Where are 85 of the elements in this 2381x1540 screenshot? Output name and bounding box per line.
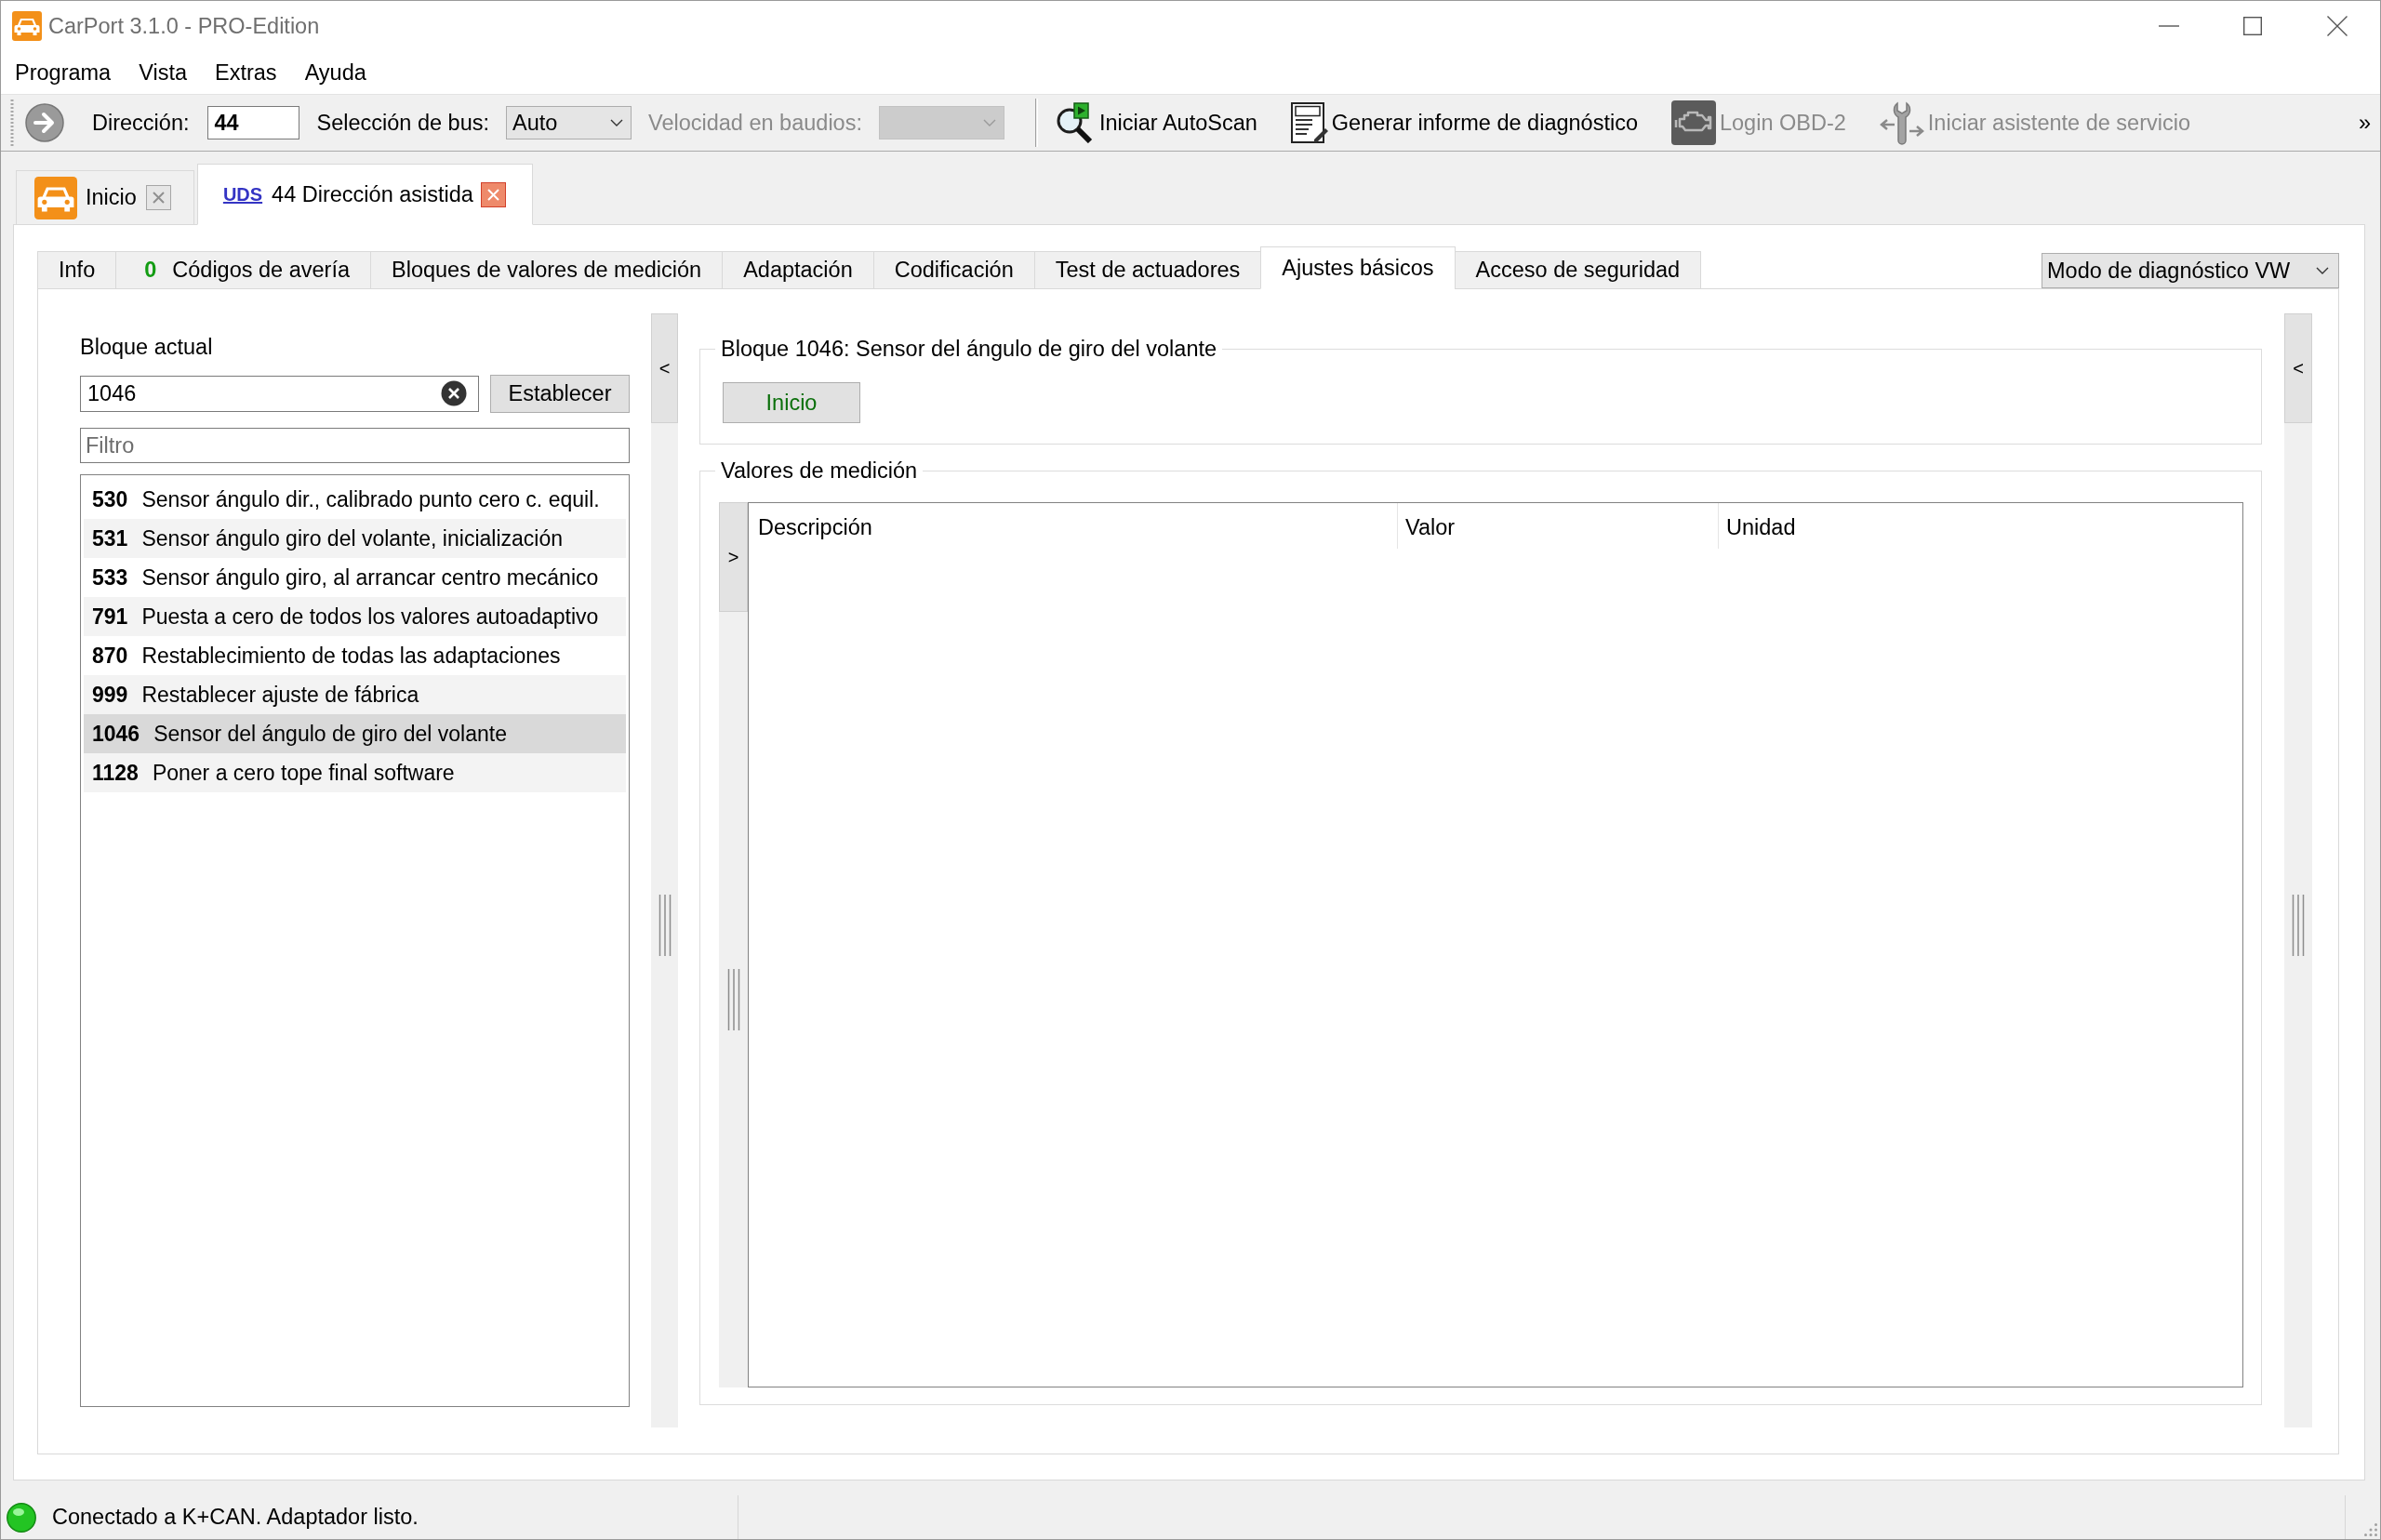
wrench-icon xyxy=(1879,100,1924,145)
caret-icon xyxy=(2316,267,2329,274)
toolbar-button[interactable]: Generar informe de diagnóstico xyxy=(1286,99,1642,147)
splitter-bar[interactable]: > xyxy=(719,502,748,1387)
menu-item[interactable]: Programa xyxy=(1,56,126,89)
block-name: Sensor ángulo giro, al arrancar centro mecánico xyxy=(141,564,599,591)
tab[interactable]: 0 Códigos de avería xyxy=(115,251,371,289)
block-name: Puesta a cero de todos los valores autoadaptivo xyxy=(141,604,599,630)
toolbar-grip-icon[interactable] xyxy=(10,100,14,146)
bus-select[interactable]: Auto xyxy=(506,106,632,139)
group-title: Valores de medición xyxy=(720,458,919,484)
mode-select[interactable]: Modo de diagnóstico VW xyxy=(2042,253,2339,288)
column-header[interactable]: Unidad xyxy=(1719,503,2242,549)
block-number: 1046 xyxy=(92,721,140,747)
tab[interactable]: Info xyxy=(37,251,117,289)
block-name: Sensor ángulo giro del volante, inicialización xyxy=(141,525,563,551)
tab[interactable]: Bloques de valores de medición xyxy=(370,251,724,289)
tab[interactable]: Test de actuadores xyxy=(1033,251,1262,289)
block-row[interactable]: 531 Sensor ángulo giro del volante, inicialización xyxy=(84,519,626,558)
block-number: 531 xyxy=(92,525,128,551)
address-field[interactable]: 44 xyxy=(207,106,300,139)
caret-icon xyxy=(982,119,996,126)
grip-icon[interactable] xyxy=(658,895,672,956)
filter-field[interactable]: Filtro xyxy=(80,428,630,463)
block-name: Sensor del ángulo de giro del volante xyxy=(153,721,507,747)
close-icon[interactable] xyxy=(480,181,506,207)
car-icon xyxy=(12,11,42,41)
tab[interactable]: Acceso de seguridad xyxy=(1454,251,1702,289)
car-icon xyxy=(34,176,77,219)
bus-label: Selección de bus: xyxy=(316,110,489,136)
protocol-label: UDS xyxy=(222,183,263,206)
block-row[interactable]: 1046 Sensor del ángulo de giro del volante xyxy=(84,714,626,753)
block-name: Poner a cero tope final software xyxy=(152,760,455,786)
baud-label: Velocidad en baudios: xyxy=(648,110,862,136)
block-row[interactable]: 999 Restablecer ajuste de fábrica xyxy=(84,675,626,714)
block-field[interactable]: 1046 xyxy=(80,376,479,412)
block-row[interactable]: 1128 Poner a cero tope final software xyxy=(84,753,626,792)
splitter-bar[interactable]: < xyxy=(651,313,678,1427)
arrow-right-icon[interactable] xyxy=(25,103,64,142)
clear-icon[interactable] xyxy=(441,380,467,406)
document-tab[interactable]: Inicio xyxy=(16,170,194,225)
block-name: Sensor ángulo dir., calibrado punto cero c. equil. xyxy=(141,486,600,512)
tab[interactable]: Adaptación xyxy=(722,251,874,289)
set-button[interactable]: Establecer xyxy=(490,375,630,413)
tab[interactable]: Ajustes básicos xyxy=(1260,246,1456,289)
tab[interactable]: Codificación xyxy=(872,251,1035,289)
group-title: Bloque 1046: Sensor del ángulo de giro del volante xyxy=(720,336,1218,362)
address-label: Dirección: xyxy=(92,110,190,136)
grip-icon[interactable] xyxy=(2292,895,2305,956)
menu-item[interactable]: Extras xyxy=(201,56,291,89)
menu-item[interactable]: Vista xyxy=(125,56,201,89)
menu-item[interactable]: Ayuda xyxy=(290,56,380,89)
close-icon[interactable] xyxy=(2327,16,2348,36)
maximize-icon[interactable] xyxy=(2243,17,2262,35)
grip-icon[interactable] xyxy=(726,969,740,1030)
window-title: CarPort 3.1.0 - PRO-Edition xyxy=(48,13,320,39)
block-row[interactable]: 870 Restablecimiento de todas las adaptaciones xyxy=(84,636,626,675)
document-icon xyxy=(1290,102,1328,143)
column-header[interactable]: Descripción xyxy=(749,503,1398,549)
block-number: 870 xyxy=(92,643,128,669)
block-number: 791 xyxy=(92,604,128,630)
collapse-button[interactable]: < xyxy=(2284,313,2312,423)
block-number: 999 xyxy=(92,682,128,708)
column-header[interactable]: Valor xyxy=(1398,503,1719,549)
block-row[interactable]: 791 Puesta a cero de todos los valores autoadaptivo xyxy=(84,597,626,636)
block-row[interactable]: 533 Sensor ángulo giro, al arrancar centro mecánico xyxy=(84,558,626,597)
collapse-button[interactable]: < xyxy=(651,313,678,423)
field-label: Bloque actual xyxy=(80,334,213,360)
engine-icon xyxy=(1671,100,1716,145)
status-text: Conectado a K+CAN. Adaptador listo. xyxy=(52,1505,419,1530)
block-name: Restablecer ajuste de fábrica xyxy=(141,682,419,708)
block-number: 1128 xyxy=(92,760,139,786)
fault-count: 0 xyxy=(144,258,157,283)
block-row[interactable]: 530 Sensor ángulo dir., calibrado punto cero c. equil. xyxy=(84,480,626,519)
toolbar-button[interactable]: Iniciar AutoScan xyxy=(1050,99,1261,147)
document-tab[interactable]: UDS 44 Dirección asistida xyxy=(196,164,533,225)
block-name: Restablecimiento de todas las adaptaciones xyxy=(141,643,561,669)
overflow-button[interactable]: » xyxy=(2354,110,2374,136)
caret-icon xyxy=(610,119,623,126)
block-number: 530 xyxy=(92,486,128,512)
block-number: 533 xyxy=(92,564,128,591)
resize-grip-icon[interactable] xyxy=(2364,1523,2377,1536)
splitter-bar[interactable]: < xyxy=(2284,313,2312,1427)
expand-button[interactable]: > xyxy=(719,502,748,612)
start-button[interactable]: Inicio xyxy=(723,382,860,423)
